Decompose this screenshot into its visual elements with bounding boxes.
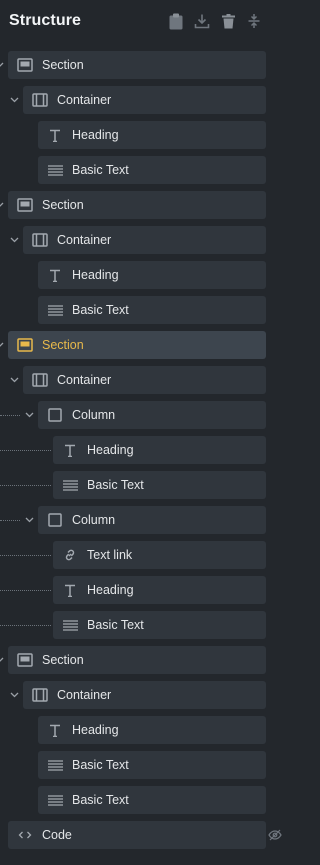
tree-item-label: Basic Text — [87, 618, 144, 632]
heading-icon — [47, 722, 63, 738]
expand-chevron-icon[interactable] — [9, 95, 19, 105]
visibility-hidden-icon[interactable] — [268, 828, 282, 842]
tree-item-label: Section — [42, 198, 84, 212]
column-icon — [47, 512, 63, 528]
tree-guide-line — [0, 485, 51, 486]
expand-chevron-icon[interactable] — [0, 60, 4, 70]
tree-item-label: Heading — [87, 443, 134, 457]
code-icon — [17, 827, 33, 843]
expand-chevron-icon[interactable] — [24, 410, 34, 420]
expand-chevron-icon[interactable] — [0, 340, 4, 350]
basic-text-icon — [62, 617, 78, 633]
tree-item-label: Container — [57, 233, 112, 247]
heading-icon — [62, 582, 78, 598]
tree-item-column[interactable]: Column — [38, 401, 266, 429]
tree-item-container[interactable]: Container — [23, 226, 266, 254]
tree-item-column[interactable]: Column — [38, 506, 266, 534]
tree-item-heading[interactable]: Heading — [38, 261, 266, 289]
tree-guide-line — [0, 415, 20, 416]
expand-chevron-icon[interactable] — [0, 200, 4, 210]
tree-item-container[interactable]: Container — [23, 681, 266, 709]
expand-chevron-icon[interactable] — [9, 235, 19, 245]
tree-item-text[interactable]: Basic Text — [38, 751, 266, 779]
tree-item-heading[interactable]: Heading — [53, 576, 266, 604]
tree-guide-line — [0, 520, 20, 521]
tree-guide-line — [0, 555, 51, 556]
tree-item-code[interactable]: Code — [8, 821, 266, 849]
heading-icon — [47, 127, 63, 143]
tree-item-label: Container — [57, 373, 112, 387]
tree-item-label: Section — [42, 338, 84, 352]
section-icon — [17, 652, 33, 668]
tree-item-heading[interactable]: Heading — [38, 716, 266, 744]
tree-item-label: Section — [42, 653, 84, 667]
expand-chevron-icon[interactable] — [9, 375, 19, 385]
tree-guide-line — [0, 450, 51, 451]
tree-item-text[interactable]: Basic Text — [38, 156, 266, 184]
tree-item-heading[interactable]: Heading — [38, 121, 266, 149]
tree-item-label: Basic Text — [87, 478, 144, 492]
tree-item-label: Code — [42, 828, 72, 842]
tree-item-text[interactable]: Basic Text — [53, 611, 266, 639]
tree-item-text[interactable]: Basic Text — [53, 471, 266, 499]
tree-guide-line — [0, 625, 51, 626]
tree-item-label: Section — [42, 58, 84, 72]
expand-chevron-icon[interactable] — [24, 515, 34, 525]
tree-item-label: Heading — [72, 723, 119, 737]
container-icon — [32, 92, 48, 108]
heading-icon — [47, 267, 63, 283]
basic-text-icon — [62, 477, 78, 493]
tree-item-label: Container — [57, 93, 112, 107]
tree-item-section[interactable]: Section — [8, 51, 266, 79]
tree-item-text[interactable]: Basic Text — [38, 296, 266, 324]
basic-text-icon — [47, 302, 63, 318]
tree-item-label: Basic Text — [72, 163, 129, 177]
tree-item-section[interactable]: Section — [8, 191, 266, 219]
basic-text-icon — [47, 162, 63, 178]
expand-chevron-icon[interactable] — [9, 690, 19, 700]
section-icon — [17, 337, 33, 353]
tree-item-label: Heading — [72, 268, 119, 282]
tree-guide-line — [0, 590, 51, 591]
tree-item-label: Column — [72, 408, 116, 422]
tree-item-label: Basic Text — [72, 758, 129, 772]
container-icon — [32, 372, 48, 388]
tree-item-label: Basic Text — [72, 793, 129, 807]
tree-item-label: Container — [57, 688, 112, 702]
section-icon — [17, 197, 33, 213]
container-icon — [32, 687, 48, 703]
basic-text-icon — [47, 792, 63, 808]
tree-item-section[interactable]: Section — [8, 646, 266, 674]
heading-icon — [62, 442, 78, 458]
tree-item-label: Text link — [87, 548, 133, 562]
tree-item-label: Basic Text — [72, 303, 129, 317]
column-icon — [47, 407, 63, 423]
basic-text-icon — [47, 757, 63, 773]
tree-item-container[interactable]: Container — [23, 86, 266, 114]
tree-item-text[interactable]: Basic Text — [38, 786, 266, 814]
expand-chevron-icon[interactable] — [0, 655, 4, 665]
link-icon — [62, 547, 78, 563]
tree-item-label: Column — [72, 513, 116, 527]
tree-item-label: Heading — [87, 583, 134, 597]
section-icon — [17, 57, 33, 73]
container-icon — [32, 232, 48, 248]
tree-item-label: Heading — [72, 128, 119, 142]
tree-item-container[interactable]: Container — [23, 366, 266, 394]
structure-tree: Section Container Heading Basic Text Section… — [0, 0, 283, 865]
tree-item-heading[interactable]: Heading — [53, 436, 266, 464]
tree-item-section[interactable]: Section — [8, 331, 266, 359]
tree-item-link[interactable]: Text link — [53, 541, 266, 569]
